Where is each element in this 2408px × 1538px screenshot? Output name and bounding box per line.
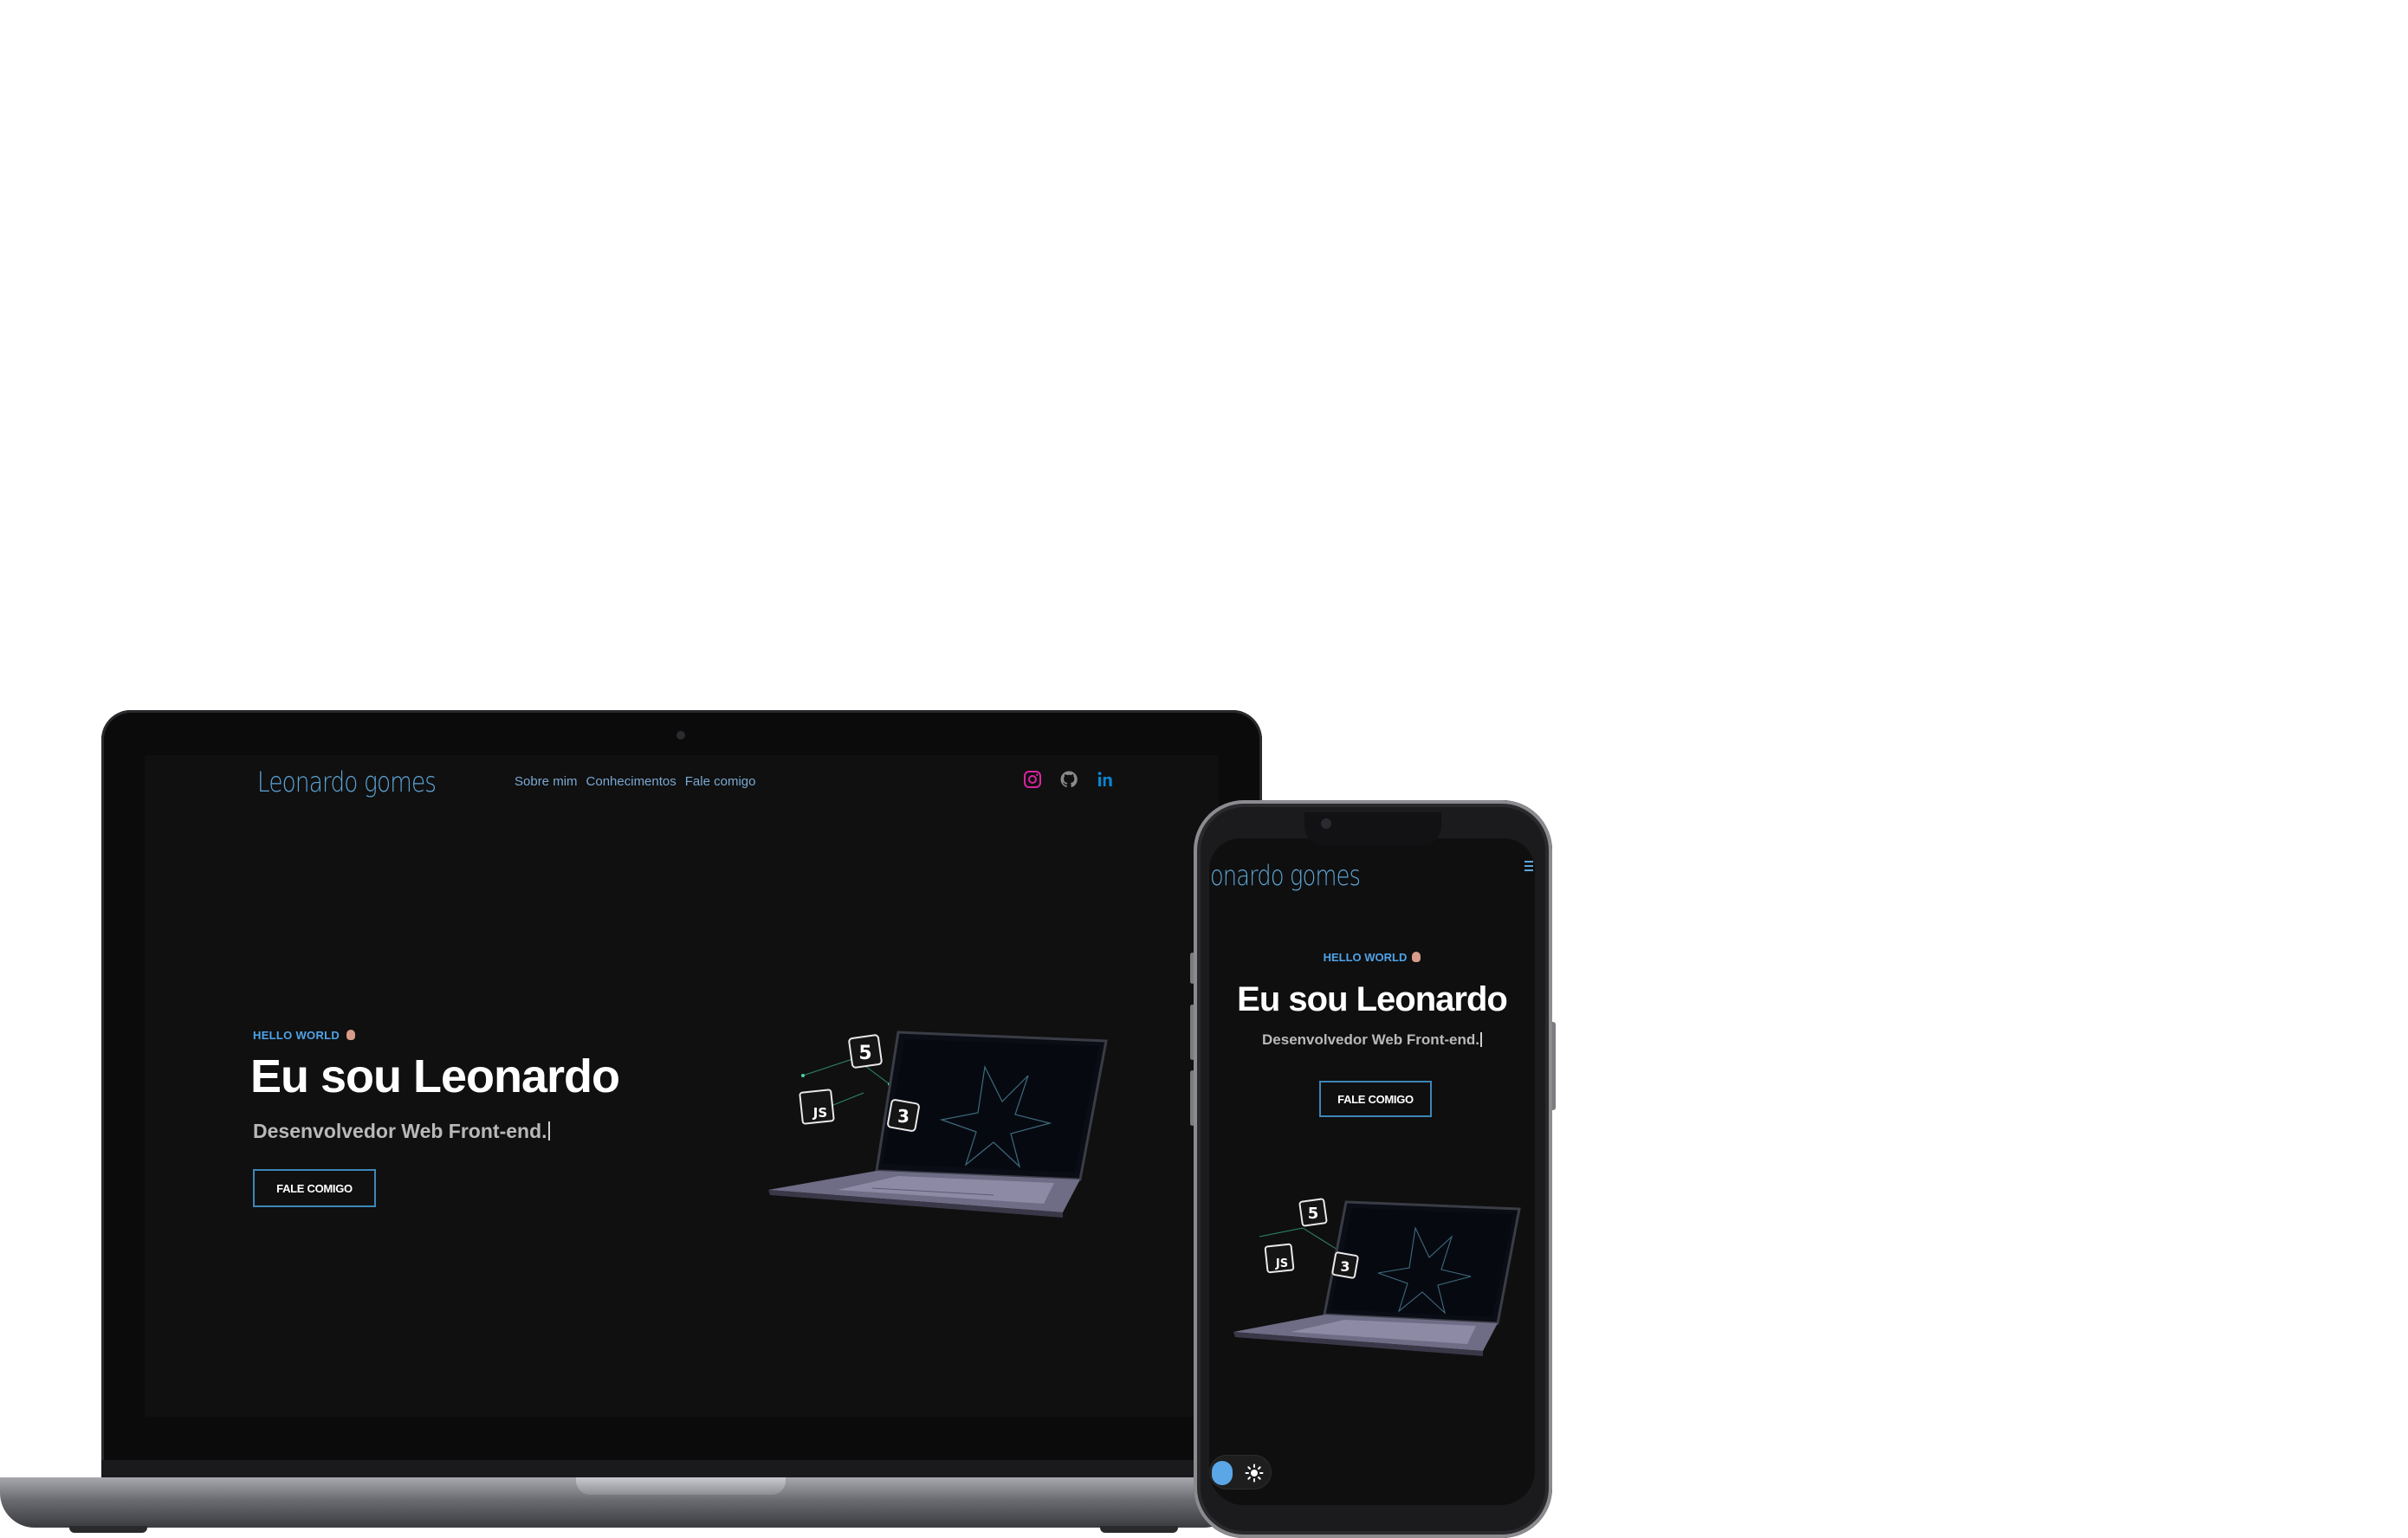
mobile-hero-subtitle: Desenvolvedor Web Front-end. <box>1209 1031 1535 1049</box>
html5-badge: 5 <box>848 1034 883 1069</box>
nav-link-conhecimentos[interactable]: Conhecimentos <box>586 774 676 789</box>
laptop-graphic <box>768 1031 1108 1218</box>
typing-caret <box>1479 1032 1482 1047</box>
css3-badge: 3 <box>887 1099 920 1132</box>
html5-badge: 5 <box>1298 1198 1328 1227</box>
instagram-icon[interactable] <box>1022 769 1043 790</box>
site-logo[interactable]: Leonardo gomes <box>257 766 437 798</box>
phone-notch <box>1304 812 1441 845</box>
laptop-illustration: 5 3 JS <box>768 1031 1108 1218</box>
mobile-hello-label: HELLO WORLD <box>1209 951 1535 964</box>
toggle-knob <box>1212 1461 1233 1485</box>
sun-icon <box>1245 1464 1264 1483</box>
svg-text:3: 3 <box>1340 1258 1350 1275</box>
wave-hand-icon <box>1412 952 1421 962</box>
laptop-mockup: Leonardo gomes Sobre mim Conhecimentos F… <box>101 710 1262 1472</box>
javascript-badge: JS <box>799 1089 835 1125</box>
laptop-foot <box>69 1526 147 1533</box>
svg-text:5: 5 <box>858 1043 871 1064</box>
laptop-screen: Leonardo gomes Sobre mim Conhecimentos F… <box>145 755 1219 1417</box>
site-nav: Sobre mim Conhecimentos Fale comigo <box>515 774 755 789</box>
laptop-foot <box>1100 1526 1178 1533</box>
linkedin-icon[interactable] <box>1095 769 1116 790</box>
mobile-fale-comigo-button[interactable]: FALE COMIGO <box>1319 1081 1432 1117</box>
fale-comigo-button[interactable]: FALE COMIGO <box>253 1169 376 1207</box>
svg-text:5: 5 <box>1308 1205 1319 1223</box>
laptop-lip-notch <box>576 1477 786 1495</box>
social-links <box>1022 769 1116 790</box>
phone-screen: eonardo gomes HELLO WORLD Eu sou Leonard… <box>1209 838 1535 1505</box>
typing-caret <box>547 1121 550 1141</box>
hero-subtitle: Desenvolvedor Web Front-end. <box>253 1120 550 1143</box>
phone-front-camera <box>1321 818 1331 829</box>
mobile-laptop-illustration: 5 3 JS <box>1233 1198 1521 1356</box>
nav-link-fale-comigo[interactable]: Fale comigo <box>685 774 756 789</box>
laptop-graphic <box>1233 1200 1521 1356</box>
hello-label: HELLO WORLD <box>253 1029 356 1042</box>
svg-text:3: 3 <box>897 1106 909 1127</box>
nav-link-sobre-mim[interactable]: Sobre mim <box>515 774 578 789</box>
svg-text:JS: JS <box>1275 1257 1288 1270</box>
javascript-badge: JS <box>1264 1243 1295 1274</box>
laptop-camera <box>676 731 685 740</box>
wave-hand-icon <box>346 1030 356 1040</box>
mobile-hero-title: Eu sou Leonardo <box>1237 980 1508 1018</box>
css3-badge: 3 <box>1331 1251 1359 1279</box>
laptop-hinge <box>101 1460 1262 1477</box>
theme-toggle[interactable] <box>1209 1455 1272 1490</box>
github-icon[interactable] <box>1058 769 1079 790</box>
hero-title: Eu sou Leonardo <box>250 1050 620 1102</box>
mobile-site-logo[interactable]: eonardo gomes <box>1209 859 1361 892</box>
svg-text:JS: JS <box>812 1105 827 1121</box>
hamburger-menu-icon[interactable] <box>1524 861 1533 871</box>
